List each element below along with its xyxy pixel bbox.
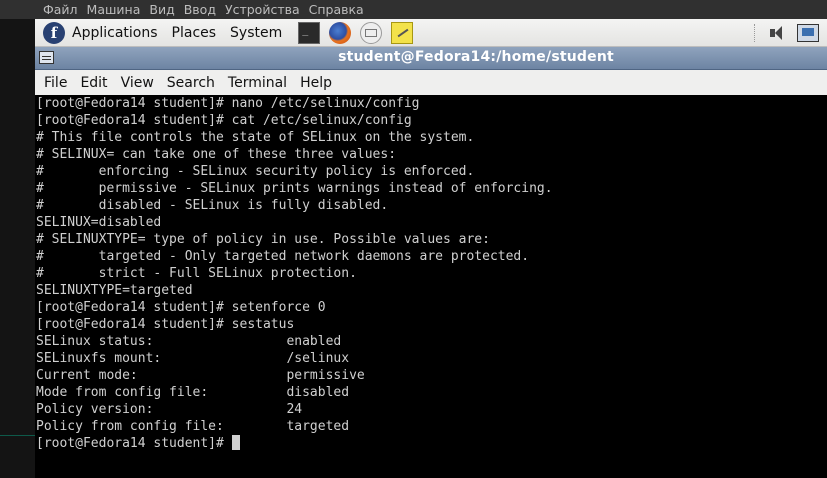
terminal-line: # enforcing - SELinux security policy is… — [36, 164, 475, 179]
terminal-line: # disabled - SELinux is fully disabled. — [36, 198, 389, 213]
terminal-line: # strict - Full SELinux protection. — [36, 266, 357, 281]
host-desktop-line — [0, 435, 35, 436]
terminal-line: # SELINUXTYPE= type of policy in use. Po… — [36, 232, 490, 247]
terminal-title: student@Fedora14:/home/student — [338, 49, 614, 65]
panel-menu-places[interactable]: Places — [172, 25, 217, 41]
terminal-line: # SELINUX= can take one of these three v… — [36, 147, 397, 162]
terminal-line: [root@Fedora14 student]# sestatus — [36, 317, 295, 332]
vbox-menu-view[interactable]: Вид — [149, 2, 183, 17]
vbox-menubar: Файл Машина Вид Ввод Устройства Справка — [0, 0, 827, 19]
mail-launcher-icon[interactable] — [360, 21, 383, 44]
terminal-menu-search[interactable]: Search — [167, 75, 215, 91]
terminal-line: # This file controls the state of SELinu… — [36, 130, 475, 145]
fedora-logo-icon[interactable]: f — [43, 21, 65, 44]
vbox-menu-help[interactable]: Справка — [309, 2, 373, 17]
terminal-line: # permissive - SELinux prints warnings i… — [36, 181, 553, 196]
terminal-output[interactable]: [root@Fedora14 student]# nano /etc/selin… — [35, 95, 827, 478]
notes-launcher-icon[interactable] — [391, 21, 414, 44]
host-desktop-strip — [0, 19, 35, 478]
terminal-line: [root@Fedora14 student]# nano /etc/selin… — [36, 96, 420, 111]
terminal-line: # targeted - Only targeted network daemo… — [36, 249, 530, 264]
terminal-menubar: File Edit View Search Terminal Help — [35, 70, 827, 96]
vbox-menu-input[interactable]: Ввод — [184, 2, 225, 17]
panel-menu-applications[interactable]: Applications — [72, 25, 158, 41]
gnome-top-panel: f Applications Places System — [35, 19, 827, 47]
terminal-line: SELinuxfs mount: /selinux — [36, 351, 350, 366]
firefox-launcher-icon[interactable] — [329, 21, 352, 44]
terminal-cursor — [231, 435, 240, 450]
vbox-menu-file[interactable]: Файл — [0, 2, 87, 17]
vbox-menu-machine[interactable]: Машина — [87, 2, 150, 17]
volume-icon[interactable] — [767, 24, 789, 42]
terminal-menu-help[interactable]: Help — [300, 75, 332, 91]
tray-separator — [754, 23, 757, 42]
terminal-menu-view[interactable]: View — [121, 75, 154, 91]
terminal-title-bar[interactable]: student@Fedora14:/home/student — [35, 47, 827, 70]
terminal-line: Current mode: permissive — [36, 368, 365, 383]
terminal-line: Policy version: 24 — [36, 402, 303, 417]
terminal-menu-file[interactable]: File — [44, 75, 67, 91]
guest-screen: f Applications Places System student@Fed… — [35, 19, 827, 478]
terminal-line: [root@Fedora14 student]# setenforce 0 — [36, 300, 326, 315]
terminal-line: Mode from config file: disabled — [36, 385, 350, 400]
terminal-line: SELINUXTYPE=targeted — [36, 283, 193, 298]
terminal-line: SELinux status: enabled — [36, 334, 342, 349]
terminal-line: [root@Fedora14 student]# cat /etc/selinu… — [36, 113, 412, 128]
panel-menu-system[interactable]: System — [230, 25, 282, 41]
terminal-menu-edit[interactable]: Edit — [80, 75, 107, 91]
network-icon[interactable] — [797, 23, 819, 42]
terminal-menu-terminal[interactable]: Terminal — [228, 75, 287, 91]
terminal-prompt: [root@Fedora14 student]# — [36, 436, 232, 451]
terminal-launcher-icon[interactable] — [298, 21, 321, 44]
terminal-prompt-line[interactable]: [root@Fedora14 student]# — [36, 435, 240, 452]
terminal-line: Policy from config file: targeted — [36, 419, 350, 434]
terminal-line: SELINUX=disabled — [36, 215, 162, 230]
vbox-menu-devices[interactable]: Устройства — [225, 2, 309, 17]
